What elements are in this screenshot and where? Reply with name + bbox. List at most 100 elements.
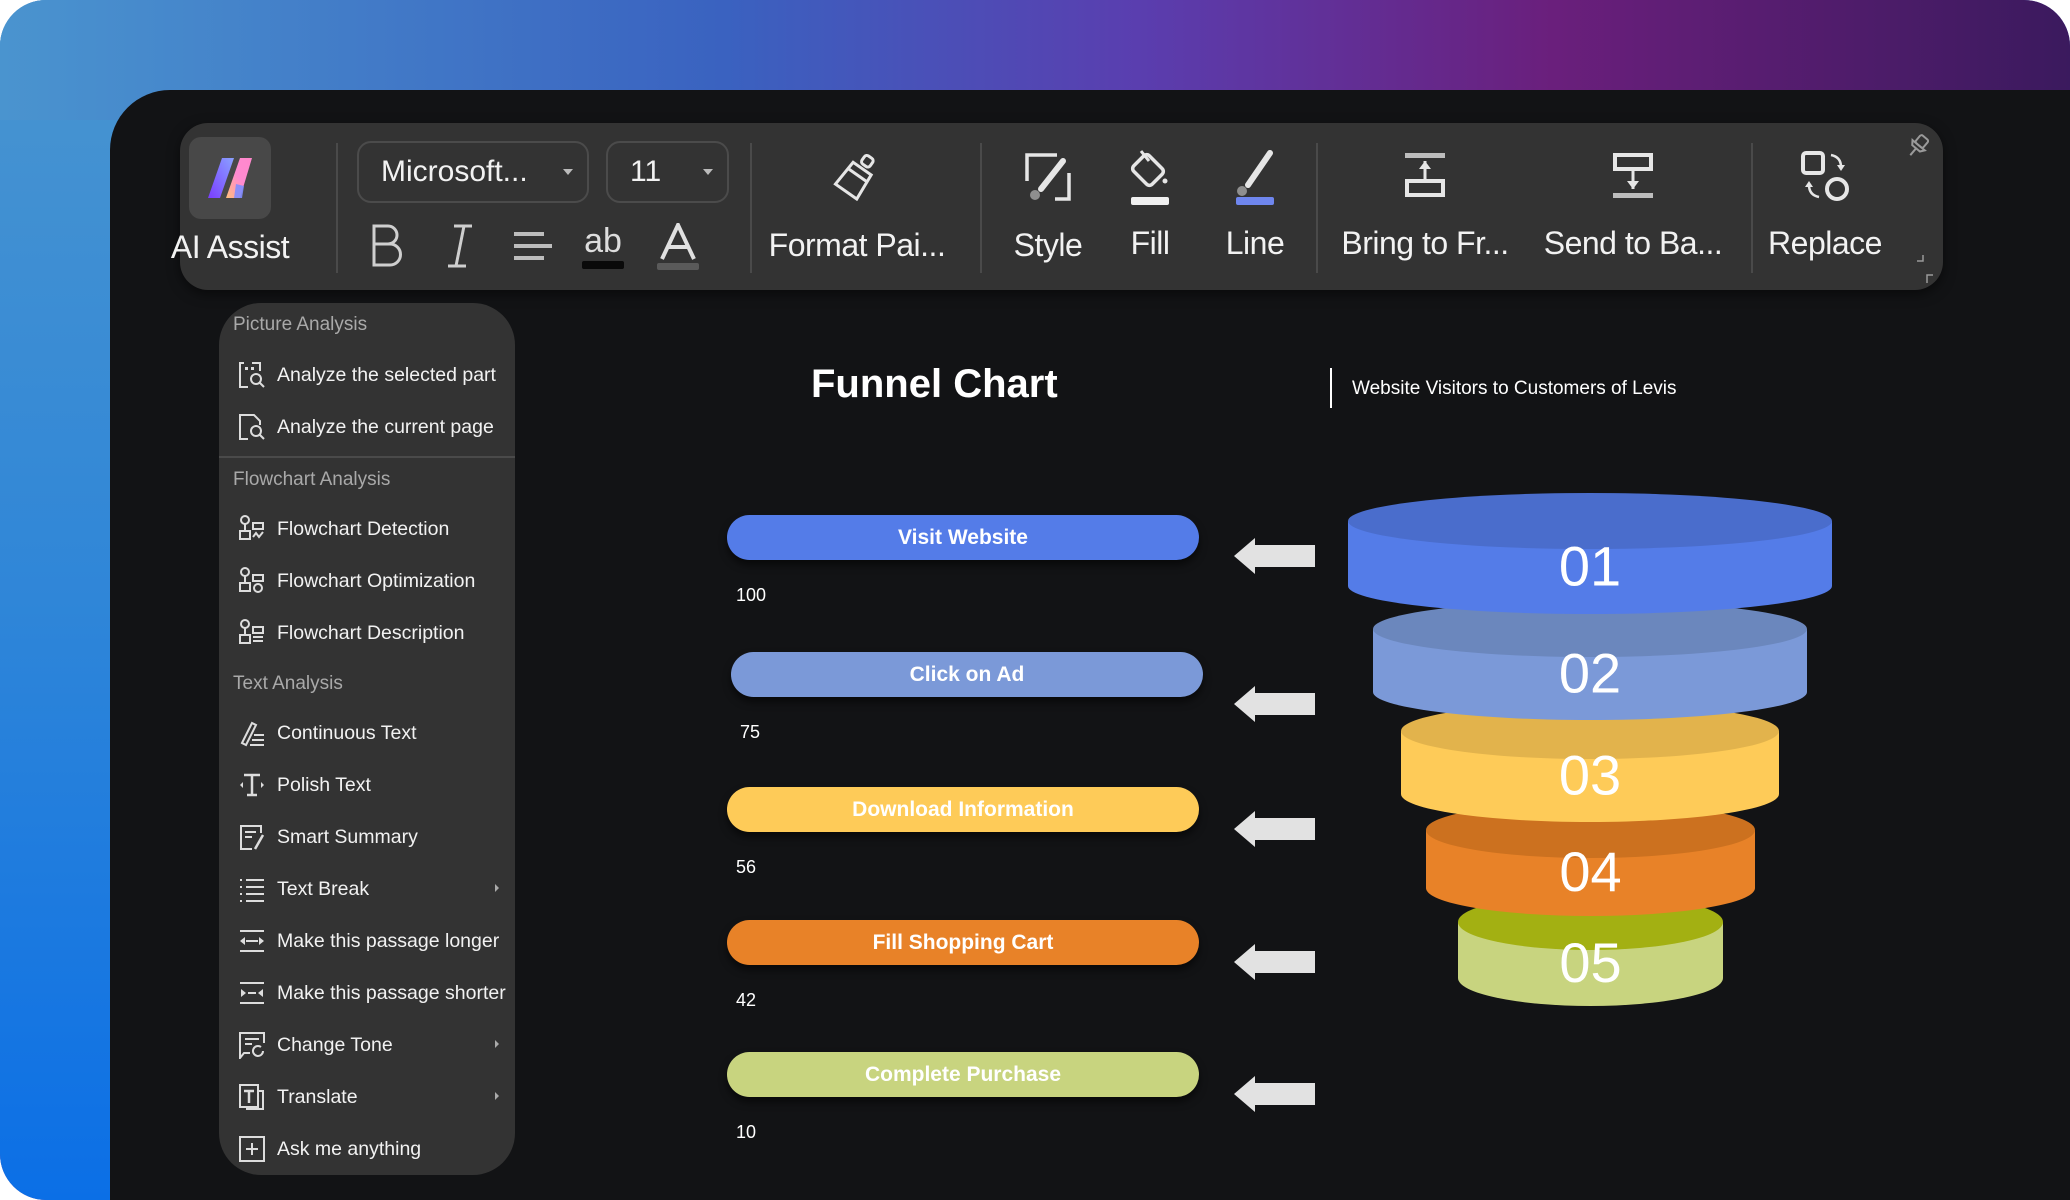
line-brush-icon — [1236, 150, 1274, 205]
stage-label-pill[interactable]: Click on Ad — [731, 652, 1203, 697]
menu-item-polish-text[interactable]: Polish Text — [237, 763, 507, 807]
make-longer-icon — [237, 926, 267, 956]
chart-title: Funnel Chart — [811, 362, 1058, 406]
highlight-icon: ab — [584, 222, 622, 260]
menu-item-flowchart-detection[interactable]: Flowchart Detection — [237, 507, 507, 551]
toolbar-separator — [1751, 143, 1753, 273]
continuous-text-icon — [237, 718, 267, 748]
menu-item-analyze-current-page[interactable]: Analyze the current page — [237, 405, 507, 449]
pin-toolbar-button[interactable] — [1905, 133, 1931, 164]
stage-label-pill[interactable]: Complete Purchase — [727, 1052, 1199, 1097]
ai-assist-menu: Picture Analysis Analyze the selected pa… — [219, 303, 515, 1175]
replace-label: Replace — [1768, 225, 1882, 261]
ask-anything-icon — [237, 1134, 267, 1164]
change-tone-icon — [237, 1030, 267, 1060]
funnel-segment[interactable]: 01 — [1348, 493, 1832, 614]
italic-icon — [448, 224, 472, 268]
analyze-selection-icon — [237, 360, 267, 390]
menu-divider — [219, 456, 515, 458]
replace-button[interactable]: Replace — [1768, 151, 1882, 262]
make-shorter-icon — [237, 978, 267, 1008]
font-color-button[interactable] — [648, 211, 708, 281]
highlight-color-bar — [582, 261, 624, 269]
submenu-arrow-icon — [495, 1040, 499, 1048]
menu-item-make-longer[interactable]: Make this passage longer — [237, 919, 507, 963]
text-break-icon — [237, 874, 267, 904]
submenu-arrow-icon — [495, 884, 499, 892]
font-size-value: 11 — [630, 155, 662, 188]
expand-corner-button[interactable] — [1915, 255, 1935, 288]
style-icon — [1025, 153, 1071, 201]
menu-item-change-tone[interactable]: Change Tone — [237, 1023, 507, 1067]
font-color-bar — [657, 262, 699, 270]
menu-item-ask-anything[interactable]: Ask me anything — [237, 1127, 507, 1171]
align-icon — [514, 232, 552, 260]
font-family-dropdown[interactable]: Microsoft... — [357, 141, 589, 203]
bold-icon — [372, 224, 402, 267]
menu-item-continuous-text[interactable]: Continuous Text — [237, 711, 507, 755]
format-painter-label: Format Pai... — [768, 227, 946, 263]
font-color-icon — [660, 222, 696, 260]
chevron-down-icon — [563, 169, 573, 175]
ai-assist-logo-icon — [189, 137, 271, 219]
stage-label-pill[interactable]: Visit Website — [727, 515, 1199, 560]
stage-label-pill[interactable]: Fill Shopping Cart — [727, 920, 1199, 965]
menu-item-smart-summary[interactable]: Smart Summary — [237, 815, 507, 859]
funnel-segment-number: 03 — [1559, 744, 1621, 807]
funnel-segment[interactable]: 02 — [1373, 601, 1807, 720]
stage-value: 100 — [736, 585, 767, 605]
funnel-segment-number: 01 — [1559, 535, 1621, 598]
pin-icon — [1909, 134, 1930, 156]
stage-value: 42 — [736, 990, 757, 1010]
stage-value: 75 — [740, 722, 761, 742]
translate-icon — [237, 1082, 267, 1112]
menu-item-text-break[interactable]: Text Break — [237, 867, 507, 911]
menu-section-flowchart-analysis: Flowchart Analysis — [233, 469, 391, 490]
bring-to-front-button[interactable]: Bring to Fr... — [1330, 151, 1520, 262]
floating-toolbar: AI Assist Microsoft... 11 ab Format Pai.… — [171, 123, 1943, 290]
menu-item-analyze-selected-part[interactable]: Analyze the selected part — [237, 353, 507, 397]
bring-to-front-label: Bring to Fr... — [1341, 225, 1509, 261]
align-button[interactable] — [502, 211, 562, 281]
corner-expand-icon — [1917, 255, 1933, 283]
menu-item-flowchart-optimization[interactable]: Flowchart Optimization — [237, 559, 507, 603]
ai-assist-label: AI Assist — [170, 229, 290, 265]
submenu-arrow-icon — [495, 1092, 499, 1100]
style-button[interactable]: Style — [998, 151, 1098, 264]
flowchart-description-icon — [237, 618, 267, 648]
polish-text-icon — [237, 770, 267, 800]
menu-item-translate[interactable]: Translate — [237, 1075, 507, 1119]
font-family-value: Microsoft... — [381, 155, 528, 188]
fill-label: Fill — [1130, 225, 1170, 261]
flowchart-detection-icon — [237, 514, 267, 544]
funnel-segment[interactable]: 03 — [1401, 703, 1779, 822]
ai-assist-button[interactable]: AI Assist — [171, 137, 290, 266]
stage-value: 10 — [736, 1122, 757, 1142]
stage-label-pill[interactable]: Download Information — [727, 787, 1199, 832]
subtitle-divider — [1330, 368, 1332, 408]
fill-button[interactable]: Fill — [1110, 149, 1190, 262]
funnel-segment-number: 05 — [1559, 931, 1621, 994]
send-to-back-button[interactable]: Send to Ba... — [1538, 151, 1728, 262]
font-size-dropdown[interactable]: 11 — [606, 141, 729, 203]
smart-summary-icon — [237, 822, 267, 852]
line-label: Line — [1225, 225, 1285, 261]
line-button[interactable]: Line — [1210, 149, 1300, 262]
bring-to-front-icon — [1405, 153, 1445, 197]
toolbar-separator — [1316, 143, 1318, 273]
analyze-page-icon — [237, 412, 267, 442]
format-painter-button[interactable]: Format Pai... — [764, 151, 950, 264]
italic-button[interactable] — [430, 211, 490, 281]
send-to-back-icon — [1613, 153, 1653, 198]
menu-section-text-analysis: Text Analysis — [233, 673, 343, 694]
menu-item-flowchart-description[interactable]: Flowchart Description — [237, 611, 507, 655]
style-label: Style — [1013, 227, 1083, 263]
toolbar-separator — [336, 143, 338, 273]
menu-section-picture-analysis: Picture Analysis — [233, 314, 368, 335]
chevron-down-icon — [703, 169, 713, 175]
toolbar-separator — [980, 143, 982, 273]
funnel-segment-number: 02 — [1559, 642, 1621, 705]
highlight-button[interactable]: ab — [573, 211, 633, 281]
bold-button[interactable] — [356, 211, 416, 281]
menu-item-make-shorter[interactable]: Make this passage shorter — [237, 971, 507, 1015]
